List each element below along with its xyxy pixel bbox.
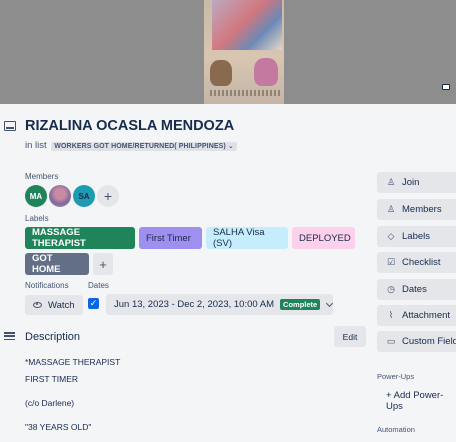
- custom-fields-button[interactable]: ▭ Custom Fields: [377, 331, 456, 352]
- members-label: Members: [402, 204, 442, 215]
- attachment-label: Attachment: [402, 310, 451, 321]
- card-icon: [4, 121, 16, 131]
- description-heading: Description: [25, 331, 81, 343]
- join-button[interactable]: ♙ Join: [377, 172, 456, 193]
- cover-image: [204, 0, 284, 104]
- description-icon: [4, 332, 15, 341]
- labels-button[interactable]: ◇ Labels: [377, 226, 456, 247]
- in-list-prefix: in list: [25, 140, 47, 151]
- checklist-label: Checklist: [402, 257, 441, 268]
- card-title-row: RIZALINA OCASLA MENDOZA: [4, 118, 234, 134]
- dates-heading: Dates: [88, 281, 109, 290]
- add-label-button[interactable]: +: [93, 253, 113, 275]
- watch-button[interactable]: Watch: [25, 295, 83, 315]
- custom-fields-label: Custom Fields: [402, 336, 456, 347]
- members-button[interactable]: ♙ Members: [377, 199, 456, 220]
- labels-list: MASSAGE THERAPIST First Timer SALHA Visa…: [25, 227, 355, 275]
- chevron-down-icon: [326, 299, 334, 307]
- label-text: MASSAGE THERAPIST: [32, 227, 86, 249]
- tag-icon: ◇: [387, 231, 395, 241]
- avatar[interactable]: SA: [73, 185, 95, 207]
- card-title[interactable]: RIZALINA OCASLA MENDOZA: [25, 118, 234, 134]
- automation-heading: Automation: [377, 425, 415, 434]
- card-cover: [0, 0, 456, 104]
- avatar[interactable]: [49, 185, 71, 207]
- chevron-down-icon: ⌄: [227, 143, 234, 150]
- description-line: *MASSAGE THERAPIST: [25, 357, 121, 367]
- due-complete-checkbox[interactable]: ✓: [88, 298, 99, 309]
- label-chip[interactable]: GOT HOME: [25, 253, 89, 275]
- dates-label: Dates: [402, 284, 427, 295]
- label-chip[interactable]: SALHA Visa (SV): [206, 227, 288, 249]
- label-text: GOT HOME: [32, 253, 61, 275]
- person-icon: ♙: [386, 177, 396, 187]
- label-chip[interactable]: First Timer: [139, 227, 202, 249]
- eye-icon: [33, 302, 42, 308]
- add-powerups-button[interactable]: + Add Power-Ups: [386, 390, 456, 412]
- members-list: MA SA +: [25, 185, 119, 207]
- description-line: (c/o Darlene): [25, 398, 75, 408]
- members-heading: Members: [25, 172, 59, 181]
- dates-sidebar-button[interactable]: ◷ Dates: [377, 279, 456, 300]
- avatar[interactable]: MA: [25, 185, 47, 207]
- list-name: WORKERS GOT HOME/RETURNED( PHILIPPINES): [54, 143, 226, 150]
- cover-icon[interactable]: [442, 84, 450, 90]
- attachment-button[interactable]: ⌇ Attachment: [377, 305, 456, 326]
- date-range: Jun 13, 2023 - Dec 2, 2023, 10:00 AM: [114, 299, 275, 310]
- status-badge: Complete: [280, 299, 321, 310]
- dates-button[interactable]: Jun 13, 2023 - Dec 2, 2023, 10:00 AM Com…: [106, 294, 334, 315]
- watch-label: Watch: [48, 299, 75, 311]
- clock-icon: ◷: [387, 284, 395, 294]
- powerups-heading: Power-Ups: [377, 372, 415, 381]
- description-line: "38 YEARS OLD": [25, 422, 92, 432]
- list-name-link[interactable]: WORKERS GOT HOME/RETURNED( PHILIPPINES) …: [51, 142, 237, 151]
- person-icon: ♙: [386, 204, 396, 214]
- labels-label: Labels: [402, 231, 430, 242]
- join-label: Join: [402, 177, 420, 188]
- edit-button[interactable]: Edit: [334, 326, 366, 347]
- add-member-button[interactable]: +: [97, 185, 119, 207]
- label-text: First Timer: [146, 232, 191, 244]
- label-chip[interactable]: MASSAGE THERAPIST: [25, 227, 135, 249]
- checklist-button[interactable]: ☑ Checklist: [377, 252, 456, 273]
- in-list: in list WORKERS GOT HOME/RETURNED( PHILI…: [25, 140, 237, 151]
- label-text: SALHA Visa (SV): [213, 227, 265, 249]
- labels-heading: Labels: [25, 214, 49, 223]
- paperclip-icon: ⌇: [388, 310, 394, 320]
- custom-fields-icon: ▭: [386, 336, 396, 346]
- label-text: DEPLOYED: [299, 232, 351, 244]
- label-chip[interactable]: DEPLOYED: [292, 227, 355, 249]
- notifications-heading: Notifications: [25, 281, 69, 290]
- checklist-icon: ☑: [386, 257, 396, 267]
- description-line: FIRST TIMER: [25, 374, 79, 384]
